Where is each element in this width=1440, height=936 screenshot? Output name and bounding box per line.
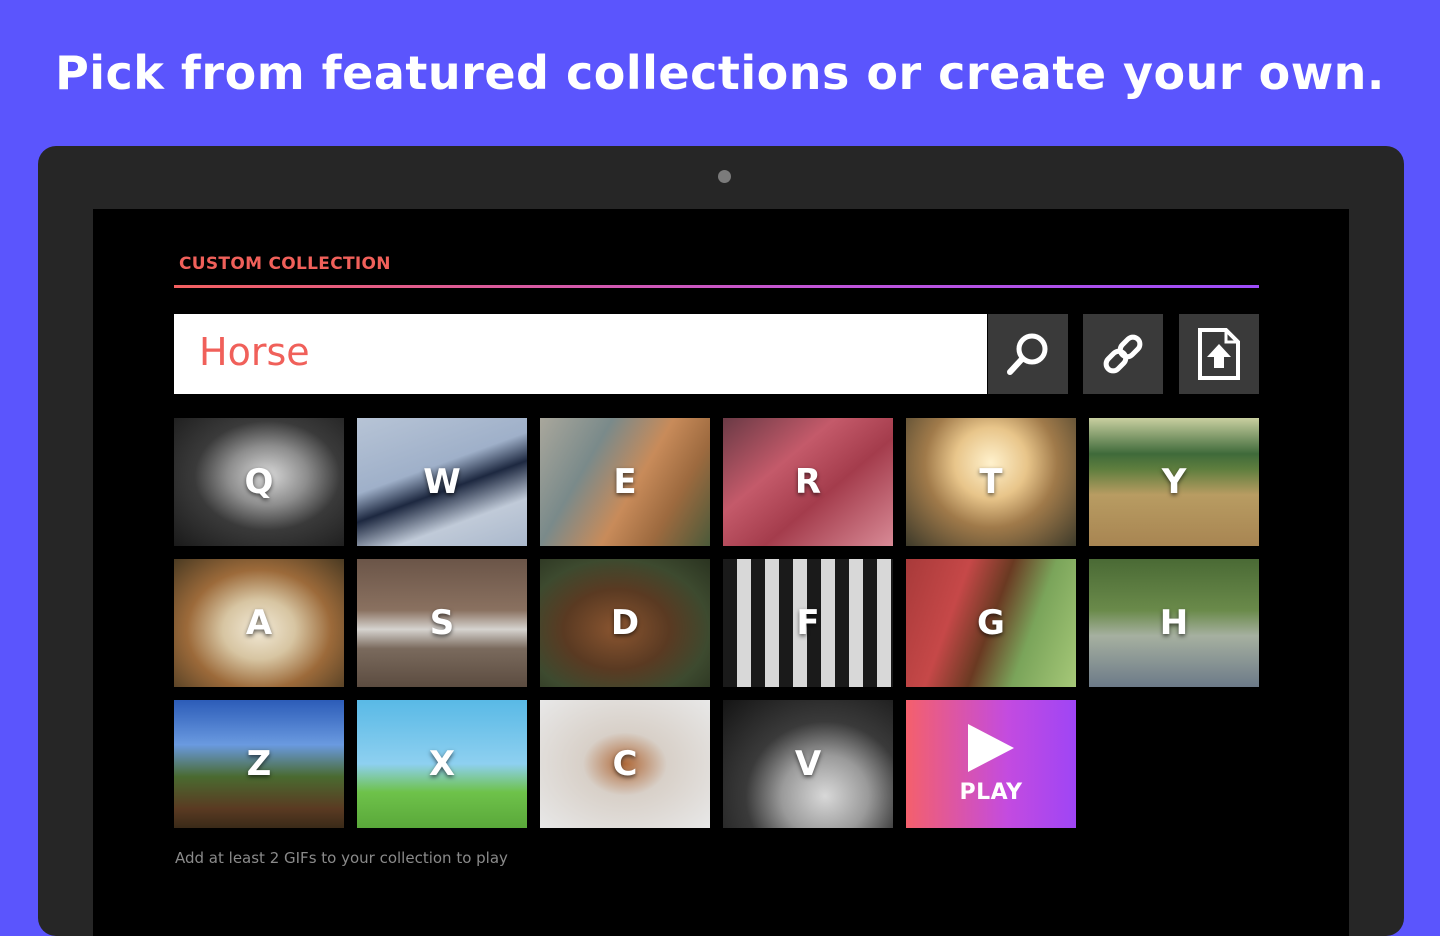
play-button[interactable]: PLAY [906,700,1076,828]
link-icon [1103,334,1143,374]
tile-letter: Z [246,744,272,784]
tile-letter: D [610,603,640,643]
tile-letter: H [1159,603,1189,643]
gif-tile[interactable]: G [906,559,1076,687]
gif-tile[interactable]: A [174,559,344,687]
tile-letter: X [428,744,456,784]
tile-letter: Q [244,462,274,502]
tile-letter: S [429,603,455,643]
tile-letter: G [977,603,1005,643]
gif-tile[interactable]: Y [1089,418,1259,546]
search-input[interactable]: Horse [174,314,987,394]
hint-text: Add at least 2 GIFs to your collection t… [175,849,508,867]
search-input-value: Horse [199,330,310,374]
gif-tile[interactable]: X [357,700,527,828]
gif-tile[interactable]: Q [174,418,344,546]
play-label: PLAY [959,780,1023,805]
tile-letter: W [423,462,461,502]
link-button[interactable] [1083,314,1163,394]
tile-letter: E [613,462,637,502]
search-icon [1007,333,1048,375]
gif-tile[interactable]: E [540,418,710,546]
tablet-device-frame: CUSTOM COLLECTION Horse Q W E R T Y A S … [38,146,1404,936]
file-upload-icon [1198,328,1240,380]
tile-letter: R [794,462,822,502]
camera-dot [718,170,731,183]
tile-letter: Y [1161,462,1187,502]
tile-letter: V [794,744,822,784]
gif-tile[interactable]: V [723,700,893,828]
play-icon [968,724,1014,772]
gif-tile[interactable]: D [540,559,710,687]
title-divider [174,285,1259,288]
upload-button[interactable] [1179,314,1259,394]
gif-tile[interactable]: F [723,559,893,687]
gif-tile[interactable]: W [357,418,527,546]
tile-letter: C [612,744,638,784]
tile-letter: A [245,603,273,643]
section-title: CUSTOM COLLECTION [179,254,391,274]
gif-tile[interactable]: C [540,700,710,828]
gif-tile[interactable]: H [1089,559,1259,687]
app-screen: CUSTOM COLLECTION Horse Q W E R T Y A S … [93,209,1349,936]
gif-tile[interactable]: Z [174,700,344,828]
search-button[interactable] [988,314,1068,394]
headline: Pick from featured collections or create… [55,46,1385,100]
tile-letter: T [979,462,1003,502]
gif-tile[interactable]: R [723,418,893,546]
gif-tile[interactable]: T [906,418,1076,546]
tile-letter: F [796,603,820,643]
gif-tile[interactable]: S [357,559,527,687]
